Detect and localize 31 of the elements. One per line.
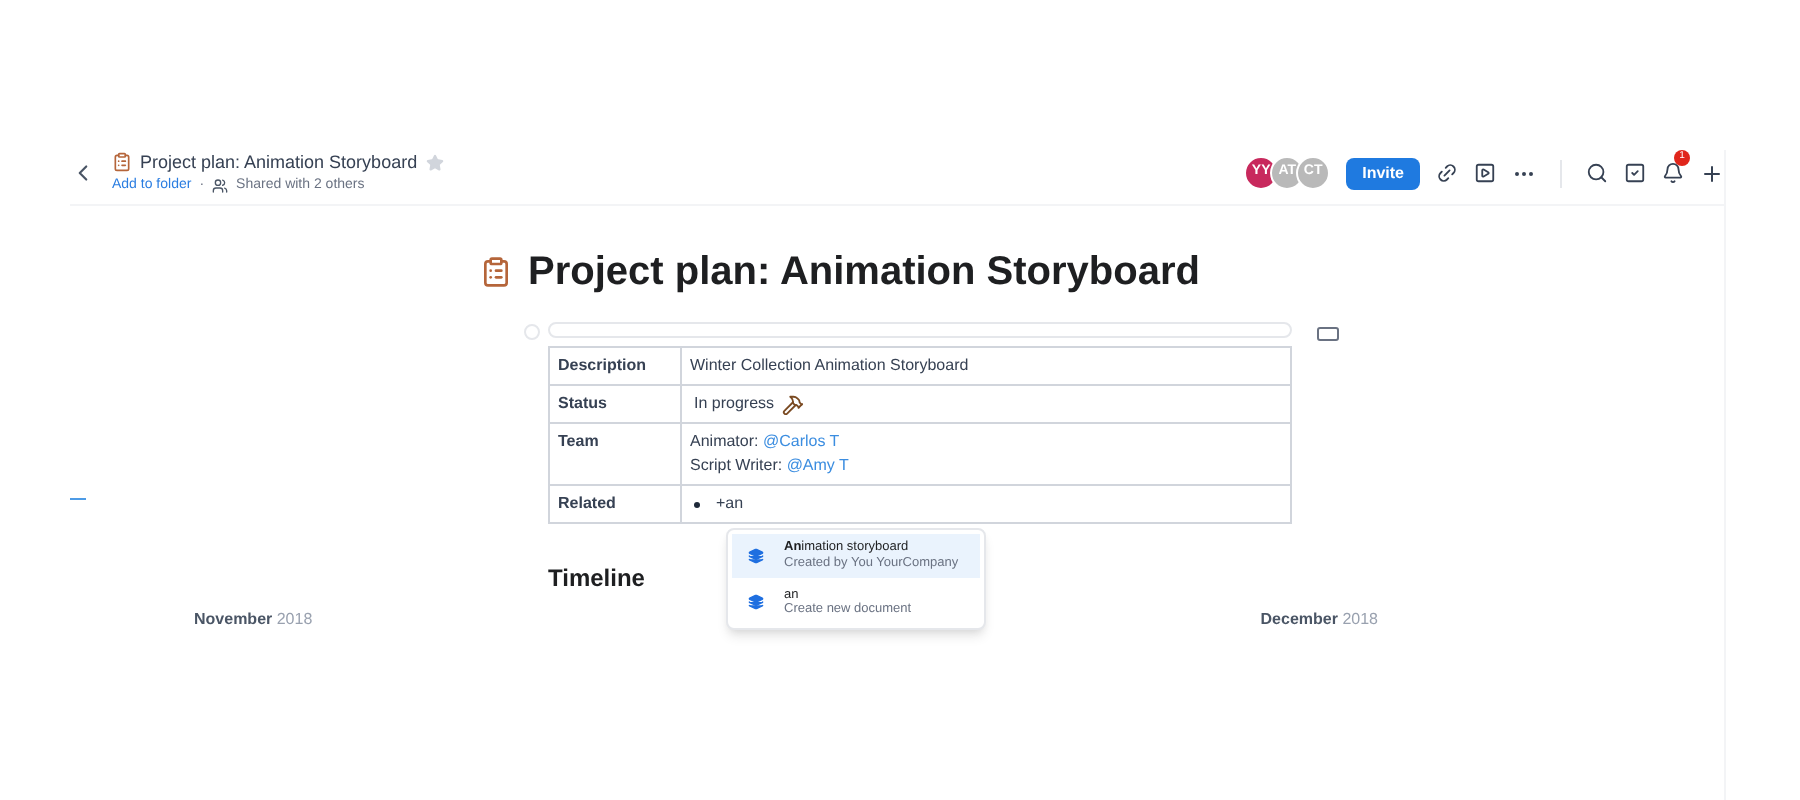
add-icon[interactable]	[1700, 161, 1724, 185]
task-icon[interactable]	[1624, 162, 1646, 184]
status-text: In progress	[694, 392, 775, 416]
star-icon[interactable]	[425, 153, 444, 172]
notification-icon[interactable]	[1662, 162, 1684, 184]
row-label: Team	[558, 432, 599, 450]
month-label: December 2018	[1260, 608, 1378, 632]
month-label: November 2018	[194, 608, 313, 632]
page-heading: Project plan: Animation Storyboard	[528, 248, 1200, 298]
team-member-text: Script Writer: @Amy T	[690, 454, 851, 478]
table-cell: Winter Collection Animation Storyboard	[690, 356, 969, 374]
row-label: Status	[558, 394, 607, 412]
clipboard-icon	[480, 256, 512, 288]
mention-link[interactable]: @Amy T	[786, 456, 849, 474]
bullet-icon	[694, 501, 700, 507]
row-label: Related	[558, 494, 616, 512]
present-icon[interactable]	[1474, 162, 1496, 184]
team-member-text: Animator: @Carlos T	[690, 430, 842, 454]
document-icon	[748, 594, 764, 611]
clipboard-icon	[112, 152, 132, 173]
document-title: Project plan: Animation Storyboard	[140, 149, 418, 176]
related-input-text: +an	[716, 492, 744, 516]
mention-link[interactable]: @Carlos T	[762, 432, 840, 450]
hammer-icon	[782, 393, 805, 415]
row-label: Description	[558, 356, 647, 374]
search-icon[interactable]	[1586, 162, 1608, 184]
people-icon	[212, 178, 229, 195]
section-heading: Timeline	[548, 562, 645, 596]
caption-icon[interactable]	[1316, 322, 1340, 346]
invite-button[interactable]: Invite	[1346, 157, 1420, 189]
document-icon	[748, 547, 764, 564]
